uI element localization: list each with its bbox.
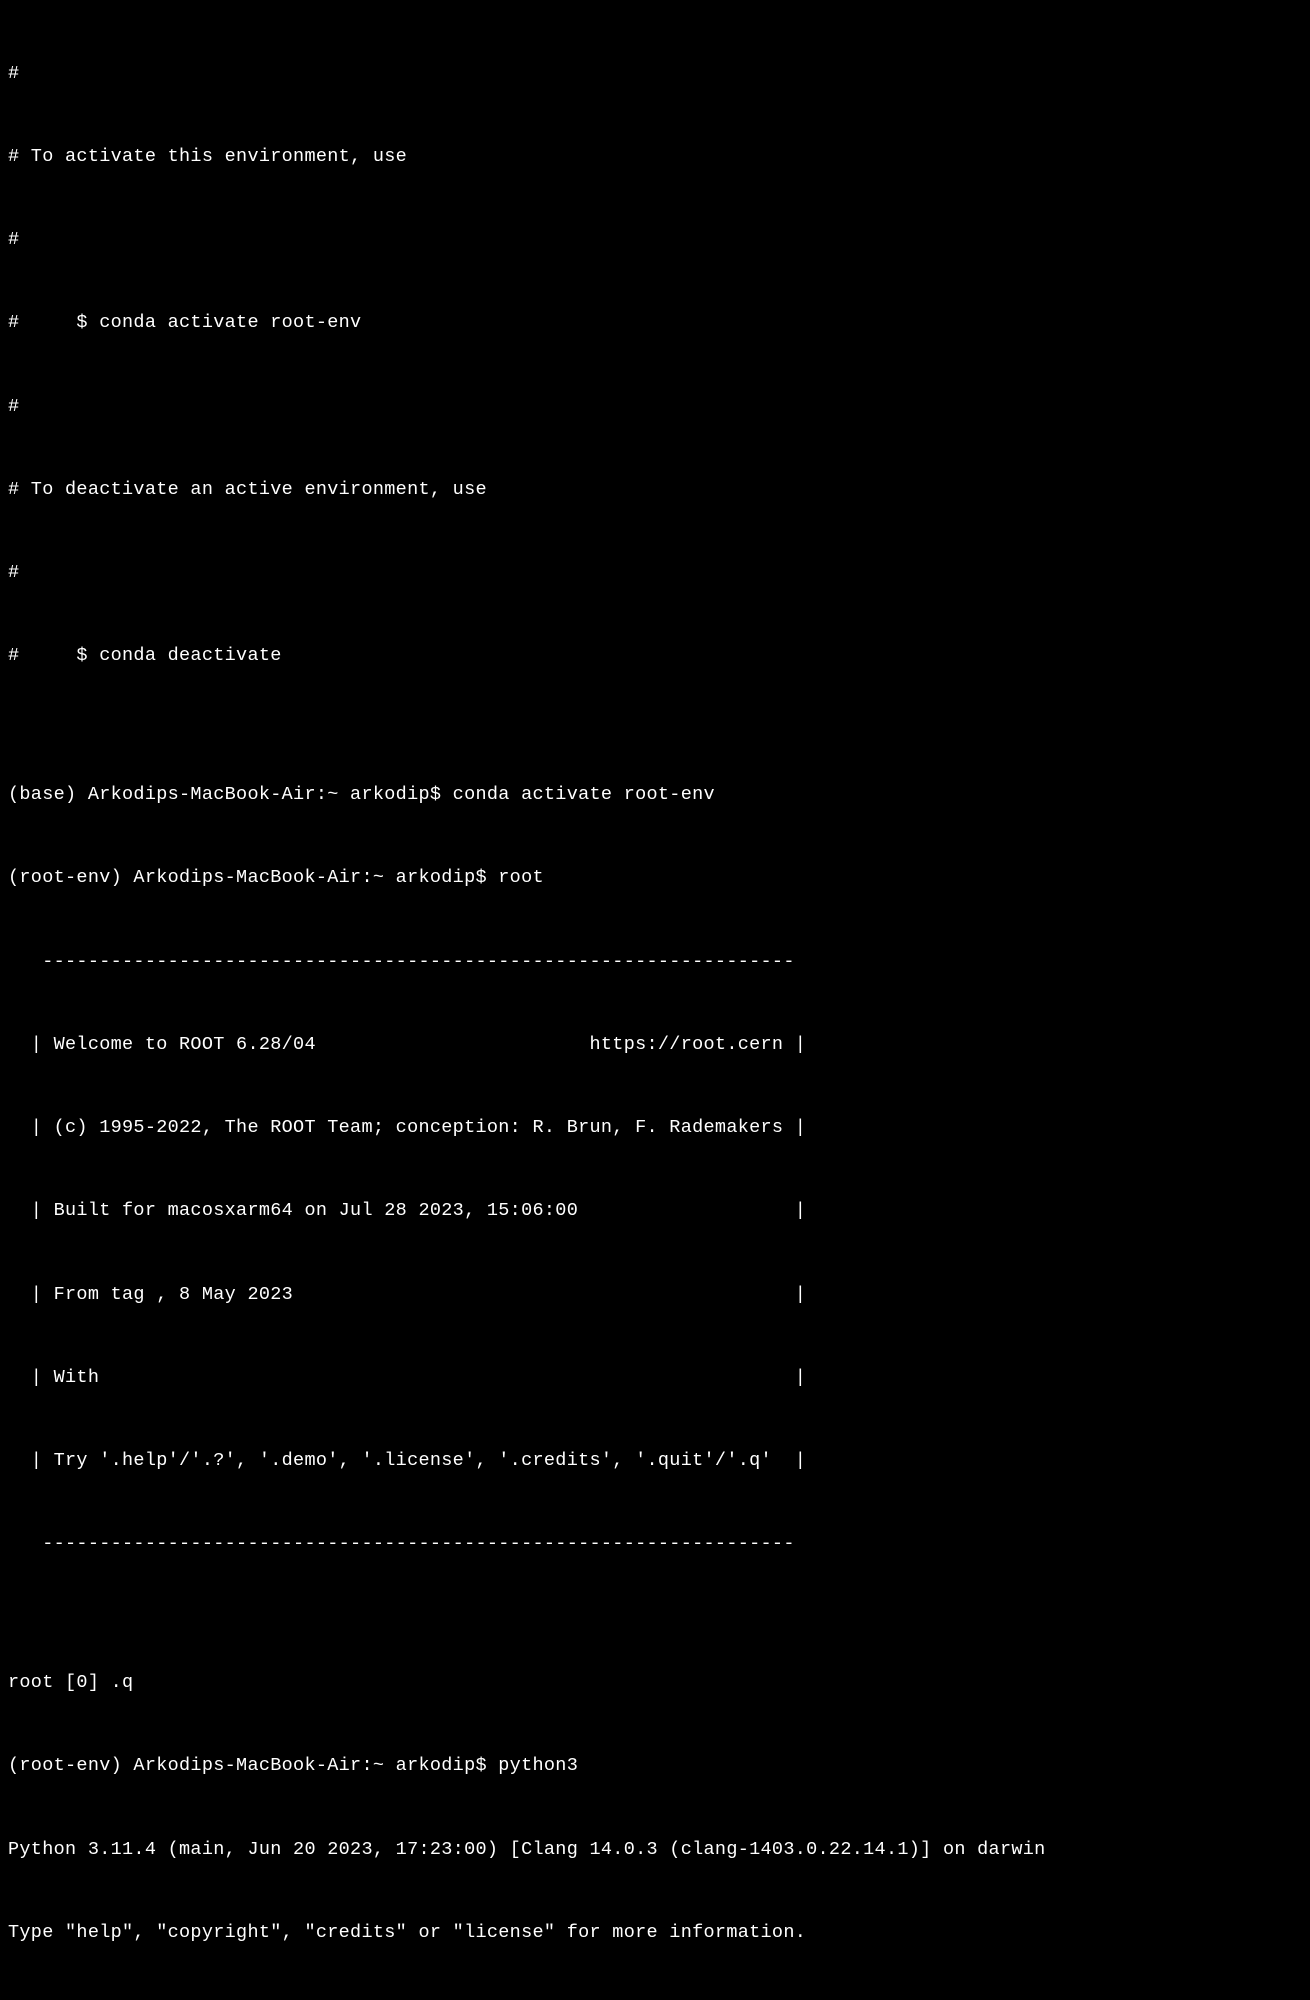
root-banner-line: | With | [8,1364,1302,1392]
output-line: # [8,559,1302,587]
output-line: # To deactivate an active environment, u… [8,476,1302,504]
root-prompt-line: root [0] .q [8,1669,1302,1697]
shell-prompt-line: (root-env) Arkodips-MacBook-Air:~ arkodi… [8,1752,1302,1780]
shell-prompt-line: (base) Arkodips-MacBook-Air:~ arkodip$ c… [8,781,1302,809]
output-line: # To activate this environment, use [8,143,1302,171]
output-line: # [8,60,1302,88]
output-line: # [8,226,1302,254]
shell-prompt-line: (root-env) Arkodips-MacBook-Air:~ arkodi… [8,864,1302,892]
output-line: # [8,393,1302,421]
root-banner-line: ----------------------------------------… [8,948,1302,976]
terminal-output[interactable]: # # To activate this environment, use # … [8,4,1302,2000]
python-version-line: Python 3.11.4 (main, Jun 20 2023, 17:23:… [8,1836,1302,1864]
root-banner-line: | (c) 1995-2022, The ROOT Team; concepti… [8,1114,1302,1142]
output-line: # $ conda activate root-env [8,309,1302,337]
root-banner-line: | Welcome to ROOT 6.28/04 https://root.c… [8,1031,1302,1059]
root-banner-line: | Try '.help'/'.?', '.demo', '.license',… [8,1447,1302,1475]
root-banner-line: | From tag , 8 May 2023 | [8,1281,1302,1309]
output-line: # $ conda deactivate [8,642,1302,670]
root-banner-line: ----------------------------------------… [8,1530,1302,1558]
root-banner-line: | Built for macosxarm64 on Jul 28 2023, … [8,1197,1302,1225]
python-help-line: Type "help", "copyright", "credits" or "… [8,1919,1302,1947]
